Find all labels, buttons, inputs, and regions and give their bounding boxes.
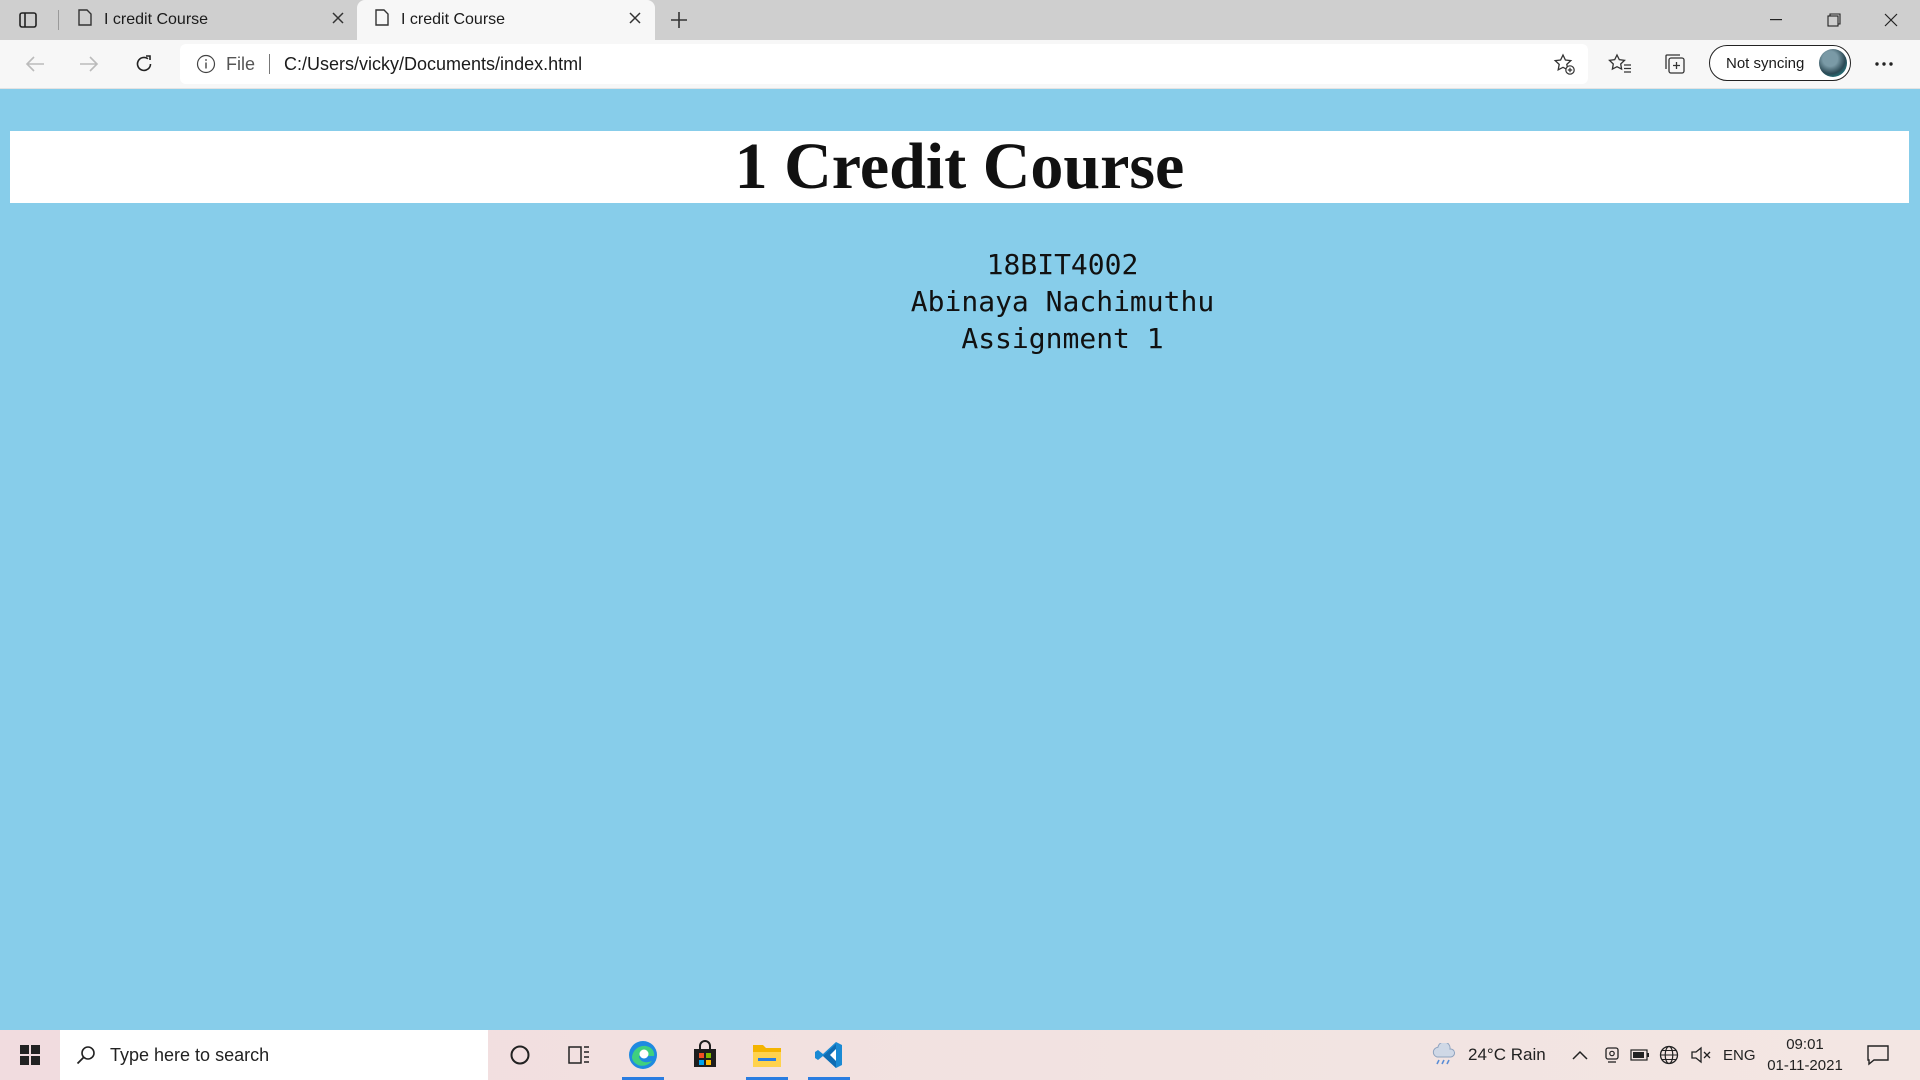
tab-actions-icon[interactable] <box>14 8 42 32</box>
search-placeholder: Type here to search <box>110 1044 270 1065</box>
address-divider <box>269 54 271 74</box>
plus-icon <box>671 12 687 28</box>
battery-button[interactable] <box>1630 1030 1650 1080</box>
refresh-button[interactable] <box>126 46 162 82</box>
tab-label: I credit Course <box>401 11 506 28</box>
profile-sync-button[interactable]: Not syncing <box>1709 45 1851 81</box>
taskbar-search[interactable]: Type here to search <box>60 1030 488 1080</box>
vscode-icon <box>815 1042 842 1068</box>
rain-cloud-icon <box>1432 1043 1455 1065</box>
folder-icon <box>753 1045 781 1067</box>
new-tab-button[interactable] <box>664 6 694 34</box>
student-info: 18BIT4002 Abinaya Nachimuthu Assignment … <box>0 246 1920 357</box>
restore-icon <box>1827 13 1841 27</box>
close-icon[interactable] <box>629 11 641 29</box>
weather-text: 24°C Rain <box>1468 1045 1546 1064</box>
restore-button[interactable] <box>1805 0 1863 40</box>
tab-active[interactable]: I credit Course <box>357 0 655 40</box>
title-banner: 1 Credit Course <box>10 131 1909 203</box>
store-icon <box>694 1040 716 1067</box>
arrow-left-icon <box>25 56 44 72</box>
tab-label: I credit Course <box>104 11 209 28</box>
address-bar[interactable]: File C:/Users/vicky/Documents/index.html <box>180 44 1588 84</box>
volume-button[interactable] <box>1690 1030 1712 1080</box>
time-label: 09:01 <box>1786 1036 1824 1053</box>
taskbar: Type here to search 24°C Rain ENG 09:01 <box>0 1030 1920 1080</box>
more-icon <box>1875 62 1893 66</box>
language-indicator[interactable]: ENG <box>1723 1030 1756 1080</box>
close-icon[interactable] <box>332 11 344 29</box>
student-name: Abinaya Nachimuthu <box>910 285 1215 318</box>
arrow-right-icon <box>80 56 99 72</box>
favorites-button[interactable] <box>1602 46 1638 82</box>
minimize-icon <box>1770 19 1782 21</box>
store-taskbar-button[interactable] <box>676 1030 734 1080</box>
notification-icon <box>1867 1045 1889 1066</box>
url-text[interactable]: C:/Users/vicky/Documents/index.html <box>284 54 582 75</box>
show-hidden-icons-button[interactable] <box>1572 1030 1588 1080</box>
tab-divider <box>58 10 59 30</box>
task-view-icon <box>568 1046 589 1064</box>
edge-taskbar-button[interactable] <box>614 1030 672 1080</box>
forward-button[interactable] <box>71 46 107 82</box>
tab-inactive[interactable]: I credit Course <box>60 0 358 40</box>
refresh-icon <box>136 55 152 72</box>
minimize-button[interactable] <box>1747 0 1805 40</box>
globe-icon <box>1659 1045 1679 1065</box>
web-page: 1 Credit Course 18BIT4002 Abinaya Nachim… <box>0 89 1920 1030</box>
collections-icon <box>1665 54 1685 74</box>
clock[interactable]: 09:01 01-11-2021 <box>1762 1034 1848 1076</box>
windows-icon <box>20 1045 40 1065</box>
student-id: 18BIT4002 <box>986 248 1139 281</box>
chevron-up-icon <box>1572 1050 1588 1060</box>
favorites-icon <box>1608 53 1631 73</box>
page-icon <box>78 9 92 31</box>
tab-strip: I credit Course I credit Course <box>0 0 1920 40</box>
scheme-label: File <box>226 53 256 74</box>
language-label: ENG <box>1723 1046 1756 1064</box>
weather-widget[interactable]: 24°C Rain <box>1430 1030 1546 1080</box>
vscode-taskbar-button[interactable] <box>800 1030 858 1080</box>
avatar <box>1819 49 1847 77</box>
assignment-label: Assignment 1 <box>961 322 1164 355</box>
date-label: 01-11-2021 <box>1767 1057 1843 1074</box>
sync-status-label: Not syncing <box>1726 54 1805 72</box>
back-button[interactable] <box>17 46 53 82</box>
collections-button[interactable] <box>1657 46 1693 82</box>
webcam-icon <box>1605 1047 1619 1063</box>
network-button[interactable] <box>1659 1030 1679 1080</box>
volume-muted-icon <box>1691 1046 1711 1064</box>
page-icon <box>375 9 389 31</box>
task-view-button[interactable] <box>550 1030 608 1080</box>
close-icon <box>1884 13 1898 27</box>
browser-toolbar: File C:/Users/vicky/Documents/index.html… <box>0 40 1920 89</box>
meet-now-button[interactable] <box>1603 1030 1621 1080</box>
edge-icon <box>629 1041 657 1069</box>
settings-menu-button[interactable] <box>1866 46 1902 82</box>
battery-icon <box>1630 1049 1649 1061</box>
start-button[interactable] <box>0 1030 60 1080</box>
cortana-button[interactable] <box>491 1030 549 1080</box>
notifications-button[interactable] <box>1866 1030 1890 1080</box>
page-title: 1 Credit Course <box>734 130 1185 203</box>
cortana-icon <box>510 1045 530 1065</box>
search-icon <box>76 1046 95 1065</box>
close-window-button[interactable] <box>1862 0 1920 40</box>
info-icon[interactable] <box>196 54 216 74</box>
add-favorite-icon[interactable] <box>1550 50 1578 78</box>
file-explorer-taskbar-button[interactable] <box>738 1030 796 1080</box>
